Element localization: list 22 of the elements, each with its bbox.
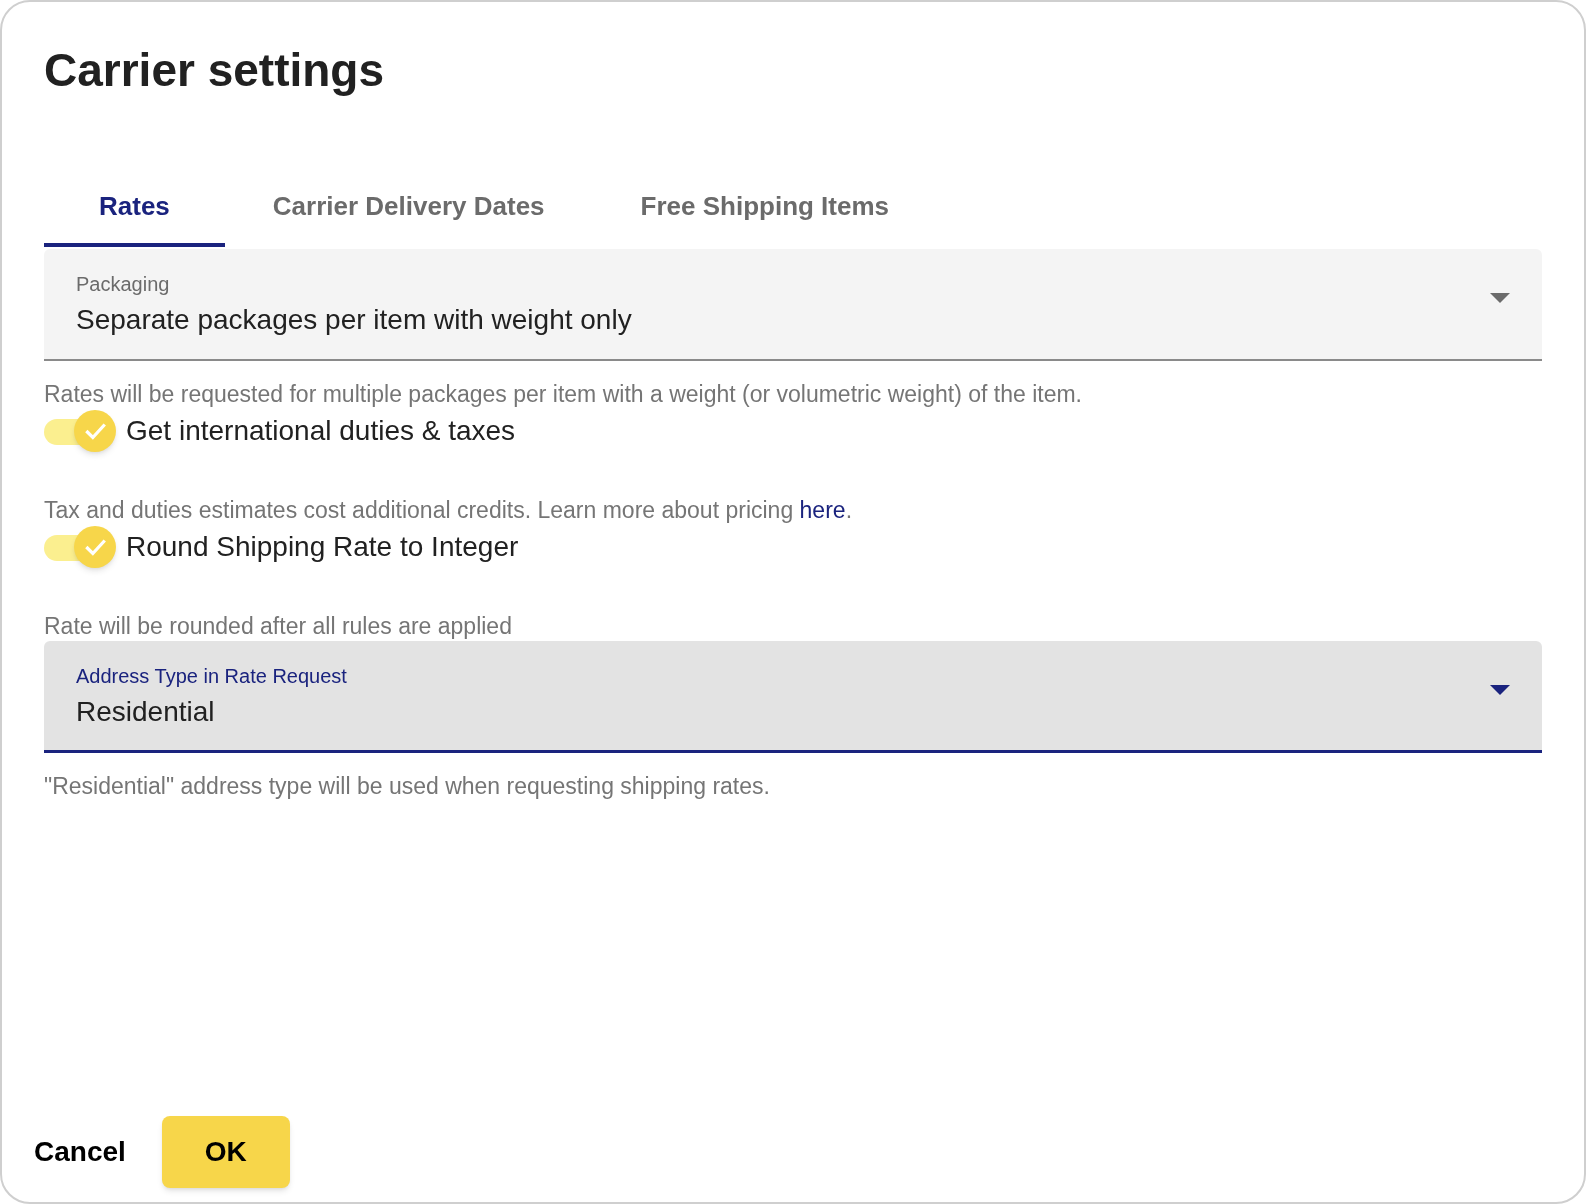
dialog-button[interactable]: OK <box>161 1116 290 1188</box>
helper-text: "Residential" address type will be used when requesting shipping rates. <box>44 772 770 801</box>
pricing-link[interactable]: here <box>799 497 846 523</box>
tab[interactable]: Free Shipping Items <box>592 183 938 247</box>
field-value: Residential <box>76 695 215 729</box>
toggle-switch[interactable] <box>44 525 116 569</box>
dialog-button[interactable]: Cancel <box>22 1116 138 1188</box>
select-field[interactable]: Packaging Separate packages per item with weight only <box>44 249 1542 361</box>
toggle-label: Get international duties & taxes <box>126 414 516 448</box>
dropdown-icon <box>1490 685 1510 695</box>
toggle-switch[interactable] <box>44 409 116 453</box>
field-label: Packaging <box>76 272 170 297</box>
dropdown-icon <box>1490 293 1510 303</box>
select-field[interactable]: Address Type in Rate Request Residential <box>44 641 1542 753</box>
tab[interactable]: Carrier Delivery Dates <box>224 183 593 247</box>
field-value: Separate packages per item with weight only <box>76 303 632 337</box>
helper-text: Rate will be rounded after all rules are applied <box>44 612 512 641</box>
helper-text: Tax and duties estimates cost additional credits. Learn more about pricing here. <box>44 496 852 525</box>
toggle-label: Round Shipping Rate to Integer <box>126 530 519 564</box>
field-label: Address Type in Rate Request <box>76 664 347 689</box>
dialog-title: Carrier settings <box>44 43 384 98</box>
helper-text: Rates will be requested for multiple packages per item with a weight (or volumetric weight) of the item. <box>44 380 1082 409</box>
